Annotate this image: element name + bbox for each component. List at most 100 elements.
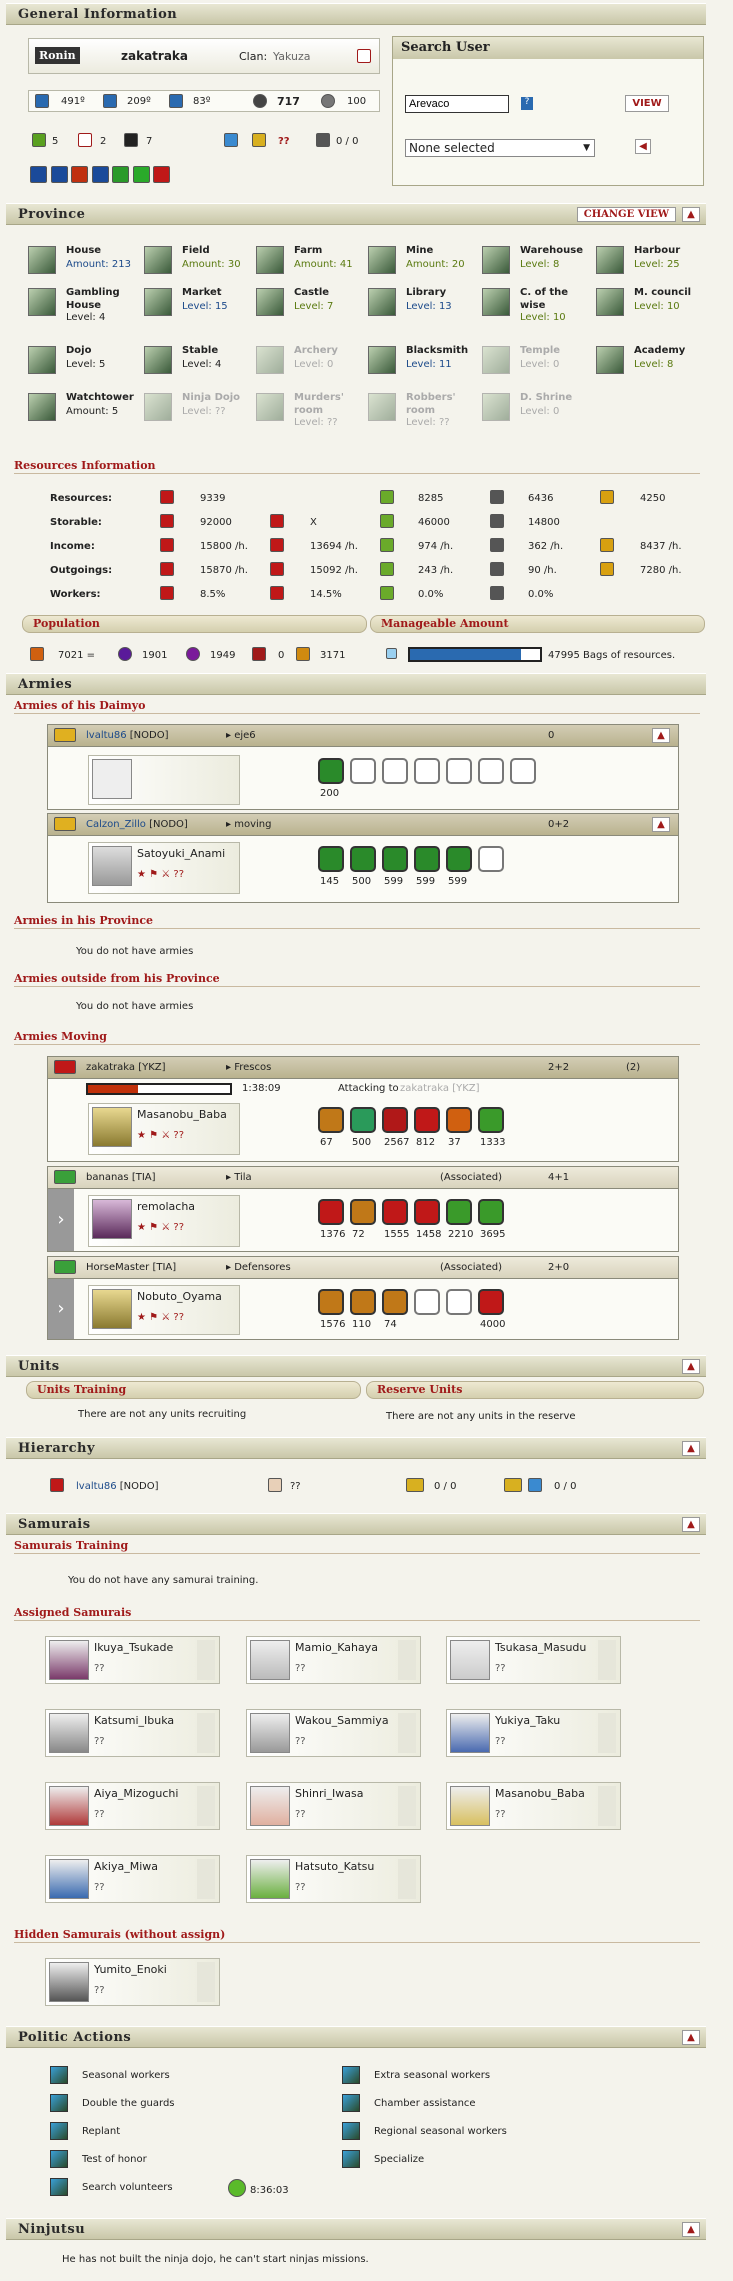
building-name[interactable]: Stable: [182, 344, 252, 357]
building-icon[interactable]: [28, 246, 56, 274]
collapse-icon[interactable]: ▲: [682, 1517, 700, 1532]
empty-unit-slot[interactable]: [510, 758, 536, 784]
building-icon[interactable]: [28, 346, 56, 374]
politic-action-icon[interactable]: [50, 2150, 68, 2168]
building-icon[interactable]: [482, 288, 510, 316]
samurai-card[interactable]: Yukiya_Taku??: [446, 1709, 621, 1757]
action-icon-2[interactable]: [50, 166, 68, 183]
unit-icon[interactable]: [478, 1289, 504, 1315]
building-icon[interactable]: [256, 246, 284, 274]
empty-unit-slot[interactable]: [350, 758, 376, 784]
building-name[interactable]: Farm: [294, 244, 364, 257]
empty-unit-slot[interactable]: [414, 758, 440, 784]
building-name[interactable]: Warehouse: [520, 244, 590, 257]
empty-unit-slot[interactable]: [478, 758, 504, 784]
unit-icon[interactable]: [414, 1199, 440, 1225]
unit-icon[interactable]: [382, 1289, 408, 1315]
action-icon-3[interactable]: [71, 166, 88, 183]
samurai-card[interactable]: Shinri_Iwasa??: [246, 1782, 421, 1830]
collapse-icon[interactable]: ▲: [682, 1359, 700, 1374]
unit-icon[interactable]: [382, 1199, 408, 1225]
building-icon[interactable]: [144, 346, 172, 374]
army-2-samurai-card[interactable]: Satoyuki_Anami ★ ⚑ ⚔ ??: [88, 842, 240, 894]
politic-action-icon[interactable]: [50, 2178, 68, 2196]
building-icon[interactable]: [256, 346, 284, 374]
building-name[interactable]: Field: [182, 244, 252, 257]
view-button[interactable]: VIEW: [625, 95, 669, 112]
building-icon[interactable]: [368, 393, 396, 421]
hierarchy-user[interactable]: lvaltu86: [76, 1481, 117, 1492]
politic-action-icon[interactable]: [342, 2066, 360, 2084]
army-2-up-icon[interactable]: ▲: [652, 817, 670, 832]
empty-unit-slot[interactable]: [446, 1289, 472, 1315]
building-icon[interactable]: [28, 393, 56, 421]
building-icon[interactable]: [482, 346, 510, 374]
building-name[interactable]: D. Shrine: [520, 391, 590, 404]
action-icon-1[interactable]: [30, 166, 47, 183]
politic-action[interactable]: Chamber assistance: [374, 2098, 476, 2109]
search-input[interactable]: [405, 95, 509, 113]
politic-action[interactable]: Search volunteers: [82, 2182, 173, 2193]
expand-arrow-icon[interactable]: ›: [48, 1279, 74, 1339]
collapse-icon[interactable]: ▲: [682, 2222, 700, 2237]
unit-icon[interactable]: [382, 1107, 408, 1133]
unit-icon[interactable]: [478, 1107, 504, 1133]
building-icon[interactable]: [482, 246, 510, 274]
building-icon[interactable]: [482, 393, 510, 421]
building-name[interactable]: Murders' room: [294, 391, 364, 417]
empty-unit-slot[interactable]: [446, 758, 472, 784]
politic-action[interactable]: Regional seasonal workers: [374, 2126, 507, 2137]
samurai-card[interactable]: Wakou_Sammiya??: [246, 1709, 421, 1757]
building-icon[interactable]: [368, 246, 396, 274]
building-name[interactable]: Gambling House: [66, 286, 136, 312]
politic-action-icon[interactable]: [50, 2094, 68, 2112]
action-icon-6[interactable]: [132, 166, 150, 183]
building-icon[interactable]: [144, 393, 172, 421]
hidden-samurai-card[interactable]: Yumito_Enoki??: [45, 1958, 220, 2006]
unit-icon[interactable]: [350, 1199, 376, 1225]
unit-icon[interactable]: [318, 1289, 344, 1315]
unit-icon[interactable]: [318, 1107, 344, 1133]
samurai-card[interactable]: Hatsuto_Katsu??: [246, 1855, 421, 1903]
politic-action[interactable]: Extra seasonal workers: [374, 2070, 490, 2081]
building-name[interactable]: Library: [406, 286, 476, 299]
dice-icon[interactable]: [357, 49, 371, 63]
unit-icon[interactable]: [382, 846, 408, 872]
building-name[interactable]: Robbers' room: [406, 391, 476, 417]
building-icon[interactable]: [368, 346, 396, 374]
unit-icon[interactable]: [446, 1199, 472, 1225]
building-name[interactable]: Temple: [520, 344, 590, 357]
back-arrow-icon[interactable]: ◀: [635, 139, 651, 154]
m3-samurai-card[interactable]: Nobuto_Oyama ★ ⚑ ⚔ ??: [88, 1285, 240, 1335]
building-icon[interactable]: [28, 288, 56, 316]
building-name[interactable]: Harbour: [634, 244, 704, 257]
building-name[interactable]: Ninja Dojo: [182, 391, 252, 404]
collapse-icon[interactable]: ▲: [682, 2030, 700, 2045]
building-name[interactable]: Dojo: [66, 344, 136, 357]
m2-samurai-card[interactable]: remolacha ★ ⚑ ⚔ ??: [88, 1195, 240, 1247]
help-icon[interactable]: ?: [521, 97, 533, 110]
army-1-up-icon[interactable]: ▲: [652, 728, 670, 743]
politic-action[interactable]: Specialize: [374, 2154, 424, 2165]
building-icon[interactable]: [256, 288, 284, 316]
politic-action-icon[interactable]: [50, 2122, 68, 2140]
politic-action-icon[interactable]: [342, 2094, 360, 2112]
unit-icon[interactable]: [414, 846, 440, 872]
politic-action-icon[interactable]: [342, 2122, 360, 2140]
politic-action[interactable]: Seasonal workers: [82, 2070, 170, 2081]
building-icon[interactable]: [144, 246, 172, 274]
unit-icon[interactable]: [478, 1199, 504, 1225]
building-name[interactable]: C. of the wise: [520, 286, 590, 312]
building-icon[interactable]: [256, 393, 284, 421]
unit-icon[interactable]: [318, 1199, 344, 1225]
unit-icon[interactable]: [350, 846, 376, 872]
building-name[interactable]: Watchtower: [66, 391, 136, 404]
politic-action-icon[interactable]: [342, 2150, 360, 2168]
army-1-user[interactable]: lvaltu86: [86, 730, 127, 741]
building-name[interactable]: Market: [182, 286, 252, 299]
building-icon[interactable]: [596, 288, 624, 316]
user-select[interactable]: None selected ▼: [405, 139, 595, 157]
unit-icon[interactable]: [318, 846, 344, 872]
samurai-card[interactable]: Ikuya_Tsukade??: [45, 1636, 220, 1684]
unit-icon[interactable]: [414, 1107, 440, 1133]
